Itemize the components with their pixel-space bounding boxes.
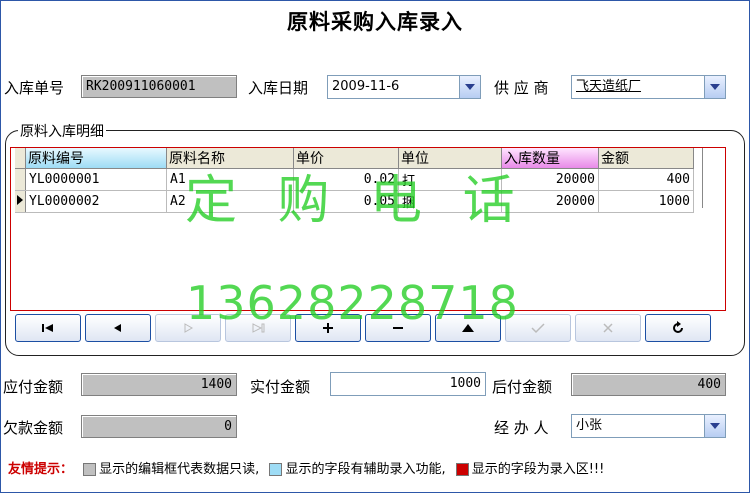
date-dropdown-button[interactable]	[459, 76, 480, 98]
order-no-label: 入库单号	[4, 79, 65, 97]
supplier-label: 供 应 商	[494, 79, 549, 97]
cell-amount[interactable]: 1000	[598, 190, 694, 213]
after-label: 后付金额	[492, 378, 553, 396]
cell-code[interactable]: YL0000002	[25, 190, 167, 213]
handler-dropdown-button[interactable]	[704, 415, 725, 437]
owed-label: 欠款金额	[3, 419, 64, 437]
payable-field: 1400	[81, 373, 237, 396]
paid-label: 实付金额	[250, 378, 311, 396]
cell-amount[interactable]: 400	[598, 168, 694, 191]
date-label: 入库日期	[248, 79, 309, 97]
after-field: 400	[571, 373, 726, 396]
row-indicator-header	[15, 148, 26, 169]
first-record-icon	[42, 324, 53, 332]
handler-select[interactable]: 小张	[571, 414, 726, 438]
cyan-swatch	[269, 463, 283, 476]
nav-refresh-button[interactable]	[645, 314, 711, 342]
supplier-dropdown-button[interactable]	[704, 76, 725, 98]
handler-label: 经 办 人	[494, 419, 549, 437]
x-icon	[603, 323, 613, 333]
paid-field[interactable]: 1000	[330, 372, 486, 396]
watermark-line1: 定 购 电 话	[185, 171, 527, 231]
col-header-amount[interactable]: 金额	[598, 148, 694, 169]
page-title: 原料采购入库录入	[287, 10, 463, 34]
owed-field: 0	[81, 415, 237, 438]
grid-right-divider	[702, 148, 703, 208]
date-value: 2009-11-6	[332, 79, 400, 94]
refresh-icon	[673, 321, 683, 333]
nav-first-button[interactable]	[15, 314, 81, 342]
chevron-down-icon	[710, 423, 720, 429]
nav-cancel-button[interactable]	[575, 314, 641, 342]
tips-cyan-text: 显示的字段有辅助录入功能,	[285, 462, 446, 477]
col-header-code[interactable]: 原料编号	[25, 148, 167, 169]
cell-code[interactable]: YL0000001	[25, 168, 167, 191]
tips-bar: 友情提示： 显示的编辑框代表数据只读, 显示的字段有辅助录入功能, 显示的字段为…	[8, 458, 604, 477]
gray-swatch	[83, 463, 97, 476]
supplier-select[interactable]: 飞天造纸厂	[571, 75, 726, 99]
current-row-arrow-icon	[17, 194, 23, 205]
detail-group-title: 原料入库明细	[18, 121, 106, 141]
prior-record-icon	[114, 324, 121, 332]
payable-label: 应付金额	[3, 378, 64, 396]
order-no-field: RK200911060001	[81, 75, 237, 98]
tips-red-text: 显示的字段为录入区!!!	[471, 462, 605, 477]
nav-prior-button[interactable]	[85, 314, 151, 342]
red-swatch	[455, 463, 469, 476]
check-icon	[531, 323, 545, 334]
row-indicator	[15, 190, 26, 213]
tips-gray-text: 显示的编辑框代表数据只读,	[99, 462, 260, 477]
supplier-value: 飞天造纸厂	[576, 79, 642, 94]
handler-value: 小张	[576, 418, 603, 433]
row-indicator	[15, 168, 26, 191]
date-picker[interactable]: 2009-11-6	[327, 75, 481, 99]
chevron-down-icon	[465, 84, 475, 90]
watermark-line2: 13628228718	[186, 276, 519, 330]
chevron-down-icon	[710, 84, 720, 90]
tips-label: 友情提示：	[8, 462, 74, 477]
